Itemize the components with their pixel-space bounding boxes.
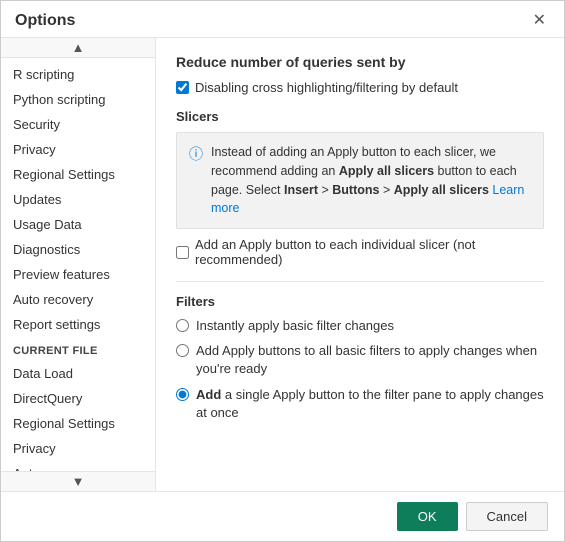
- cancel-button[interactable]: Cancel: [466, 502, 548, 531]
- filter-option-1-row: Instantly apply basic filter changes: [176, 317, 544, 335]
- page-title: Reduce number of queries sent by: [176, 54, 544, 70]
- sidebar-item-privacy[interactable]: Privacy: [1, 137, 155, 162]
- filters-radio-group: Instantly apply basic filter changes Add…: [176, 317, 544, 422]
- filter-option-3-row: Add a single Apply button to the filter …: [176, 386, 544, 422]
- sidebar-item-diagnostics[interactable]: Diagnostics: [1, 237, 155, 262]
- sidebar-item-r-scripting[interactable]: R scripting: [1, 62, 155, 87]
- sidebar-item-data-load[interactable]: Data Load: [1, 361, 155, 386]
- cross-highlight-row: Disabling cross highlighting/filtering b…: [176, 80, 544, 95]
- filter-radio-3[interactable]: [176, 388, 189, 401]
- filter-option-2-row: Add Apply buttons to all basic filters t…: [176, 342, 544, 378]
- title-bar: Options ✕: [1, 1, 564, 37]
- sidebar-item-regional-settings[interactable]: Regional Settings: [1, 162, 155, 187]
- close-button[interactable]: ✕: [529, 11, 550, 31]
- apply-slicer-label: Add an Apply button to each individual s…: [195, 237, 544, 267]
- dialog-body: ▲ R scripting Python scripting Security …: [1, 37, 564, 491]
- sidebar-item-python-scripting[interactable]: Python scripting: [1, 87, 155, 112]
- sidebar-item-regional-settings-file[interactable]: Regional Settings: [1, 411, 155, 436]
- filter-radio-2[interactable]: [176, 344, 189, 357]
- dialog-title: Options: [15, 12, 75, 30]
- slicers-info-text: Instead of adding an Apply button to eac…: [211, 143, 531, 218]
- divider: [176, 281, 544, 282]
- sidebar: ▲ R scripting Python scripting Security …: [1, 38, 156, 491]
- info-icon: ⓘ: [189, 144, 203, 164]
- apply-button-row: Add an Apply button to each individual s…: [176, 237, 544, 267]
- sidebar-scroll: R scripting Python scripting Security Pr…: [1, 58, 155, 471]
- sidebar-item-auto-recovery-file[interactable]: Auto recovery: [1, 461, 155, 471]
- scroll-up-arrow[interactable]: ▲: [1, 38, 155, 58]
- sidebar-item-directquery[interactable]: DirectQuery: [1, 386, 155, 411]
- scroll-down-arrow[interactable]: ▼: [1, 471, 155, 491]
- sidebar-item-privacy-file[interactable]: Privacy: [1, 436, 155, 461]
- filter-label-1[interactable]: Instantly apply basic filter changes: [196, 317, 394, 335]
- filter-label-3[interactable]: Add a single Apply button to the filter …: [196, 386, 544, 422]
- cross-highlight-checkbox[interactable]: [176, 81, 189, 94]
- sidebar-item-updates[interactable]: Updates: [1, 187, 155, 212]
- sidebar-item-security[interactable]: Security: [1, 112, 155, 137]
- cross-highlight-label[interactable]: Disabling cross highlighting/filtering b…: [195, 80, 458, 95]
- slicers-title: Slicers: [176, 109, 544, 124]
- sidebar-section-current-file: CURRENT FILE: [1, 337, 155, 361]
- apply-slicer-checkbox[interactable]: [176, 246, 189, 259]
- sidebar-item-report-settings-top[interactable]: Report settings: [1, 312, 155, 337]
- sidebar-item-usage-data[interactable]: Usage Data: [1, 212, 155, 237]
- sidebar-item-auto-recovery-top[interactable]: Auto recovery: [1, 287, 155, 312]
- filters-title: Filters: [176, 294, 544, 309]
- ok-button[interactable]: OK: [397, 502, 458, 531]
- filter-radio-1[interactable]: [176, 319, 189, 332]
- dialog-footer: OK Cancel: [1, 491, 564, 541]
- filter-label-2[interactable]: Add Apply buttons to all basic filters t…: [196, 342, 544, 378]
- sidebar-item-preview-features[interactable]: Preview features: [1, 262, 155, 287]
- main-content: Reduce number of queries sent by Disabli…: [156, 38, 564, 491]
- slicers-info-box: ⓘ Instead of adding an Apply button to e…: [176, 132, 544, 229]
- options-dialog: Options ✕ ▲ R scripting Python scripting…: [0, 0, 565, 542]
